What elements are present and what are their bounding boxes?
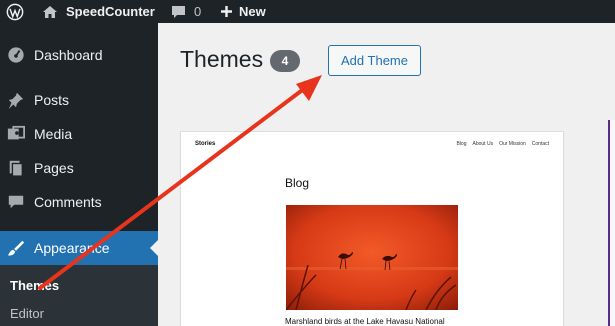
comments-link[interactable]: 0 [171, 0, 201, 23]
sidebar-item-label: Comments [34, 194, 102, 210]
preview-site-title: Stories [195, 141, 216, 147]
site-name: SpeedCounter [66, 4, 155, 19]
dashboard-icon [0, 46, 34, 64]
page-title: Themes [180, 46, 264, 72]
comment-bubble-icon [172, 5, 185, 18]
pin-icon [0, 91, 34, 109]
new-label: New [239, 4, 266, 19]
preview-nav-item: About Us [472, 141, 494, 147]
preview-nav-item: Blog [456, 141, 467, 147]
sidebar-item-comments[interactable]: Comments [0, 185, 158, 219]
site-name-link[interactable]: SpeedCounter [42, 0, 155, 23]
pages-icon [0, 159, 34, 177]
plus-icon [221, 6, 232, 17]
appearance-submenu: Themes Editor [0, 265, 158, 326]
sidebar-item-posts[interactable]: Posts [0, 83, 158, 117]
submenu-item-themes[interactable]: Themes [10, 278, 59, 293]
sidebar-item-label: Dashboard [34, 47, 103, 63]
sidebar-item-label: Media [34, 126, 73, 142]
sidebar-item-appearance[interactable]: Appearance [0, 231, 158, 265]
media-icon [0, 125, 34, 143]
sidebar-item-label: Appearance [34, 240, 110, 256]
home-icon [43, 5, 57, 18]
comment-icon [0, 193, 34, 211]
brush-icon [0, 239, 34, 257]
theme-card[interactable]: Stories Blog About Us Our Mission Contac… [180, 131, 564, 326]
wordpress-icon [6, 3, 24, 20]
preview-image [286, 205, 458, 310]
sidebar-item-pages[interactable]: Pages [0, 151, 158, 185]
preview-nav-item: Our Mission [499, 141, 526, 147]
comments-count: 0 [194, 4, 202, 19]
preview-caption: Marshland birds at the Lake Havasu Natio… [285, 317, 445, 326]
theme-count-badge: 4 [270, 50, 300, 72]
sidebar-item-label: Pages [34, 160, 74, 176]
preview-nav-item: Contact [531, 141, 549, 147]
adjacent-theme-card-edge [608, 120, 615, 326]
main-content: Themes 4 Add Theme Stories Blog About Us… [158, 23, 615, 326]
admin-sidebar: Dashboard Posts Media Pages Comments App… [0, 23, 158, 326]
admin-bar: SpeedCounter 0 New [0, 0, 615, 23]
submenu-item-editor[interactable]: Editor [10, 306, 44, 321]
wordpress-logo-button[interactable] [6, 0, 24, 23]
preview-nav: Blog About Us Our Mission Contact [456, 141, 549, 147]
sidebar-item-media[interactable]: Media [0, 117, 158, 151]
sidebar-item-dashboard[interactable]: Dashboard [0, 38, 158, 72]
sidebar-item-label: Posts [34, 92, 70, 108]
new-content-button[interactable]: New [220, 0, 266, 23]
preview-heading: Blog [285, 176, 310, 190]
add-theme-button[interactable]: Add Theme [328, 45, 421, 76]
